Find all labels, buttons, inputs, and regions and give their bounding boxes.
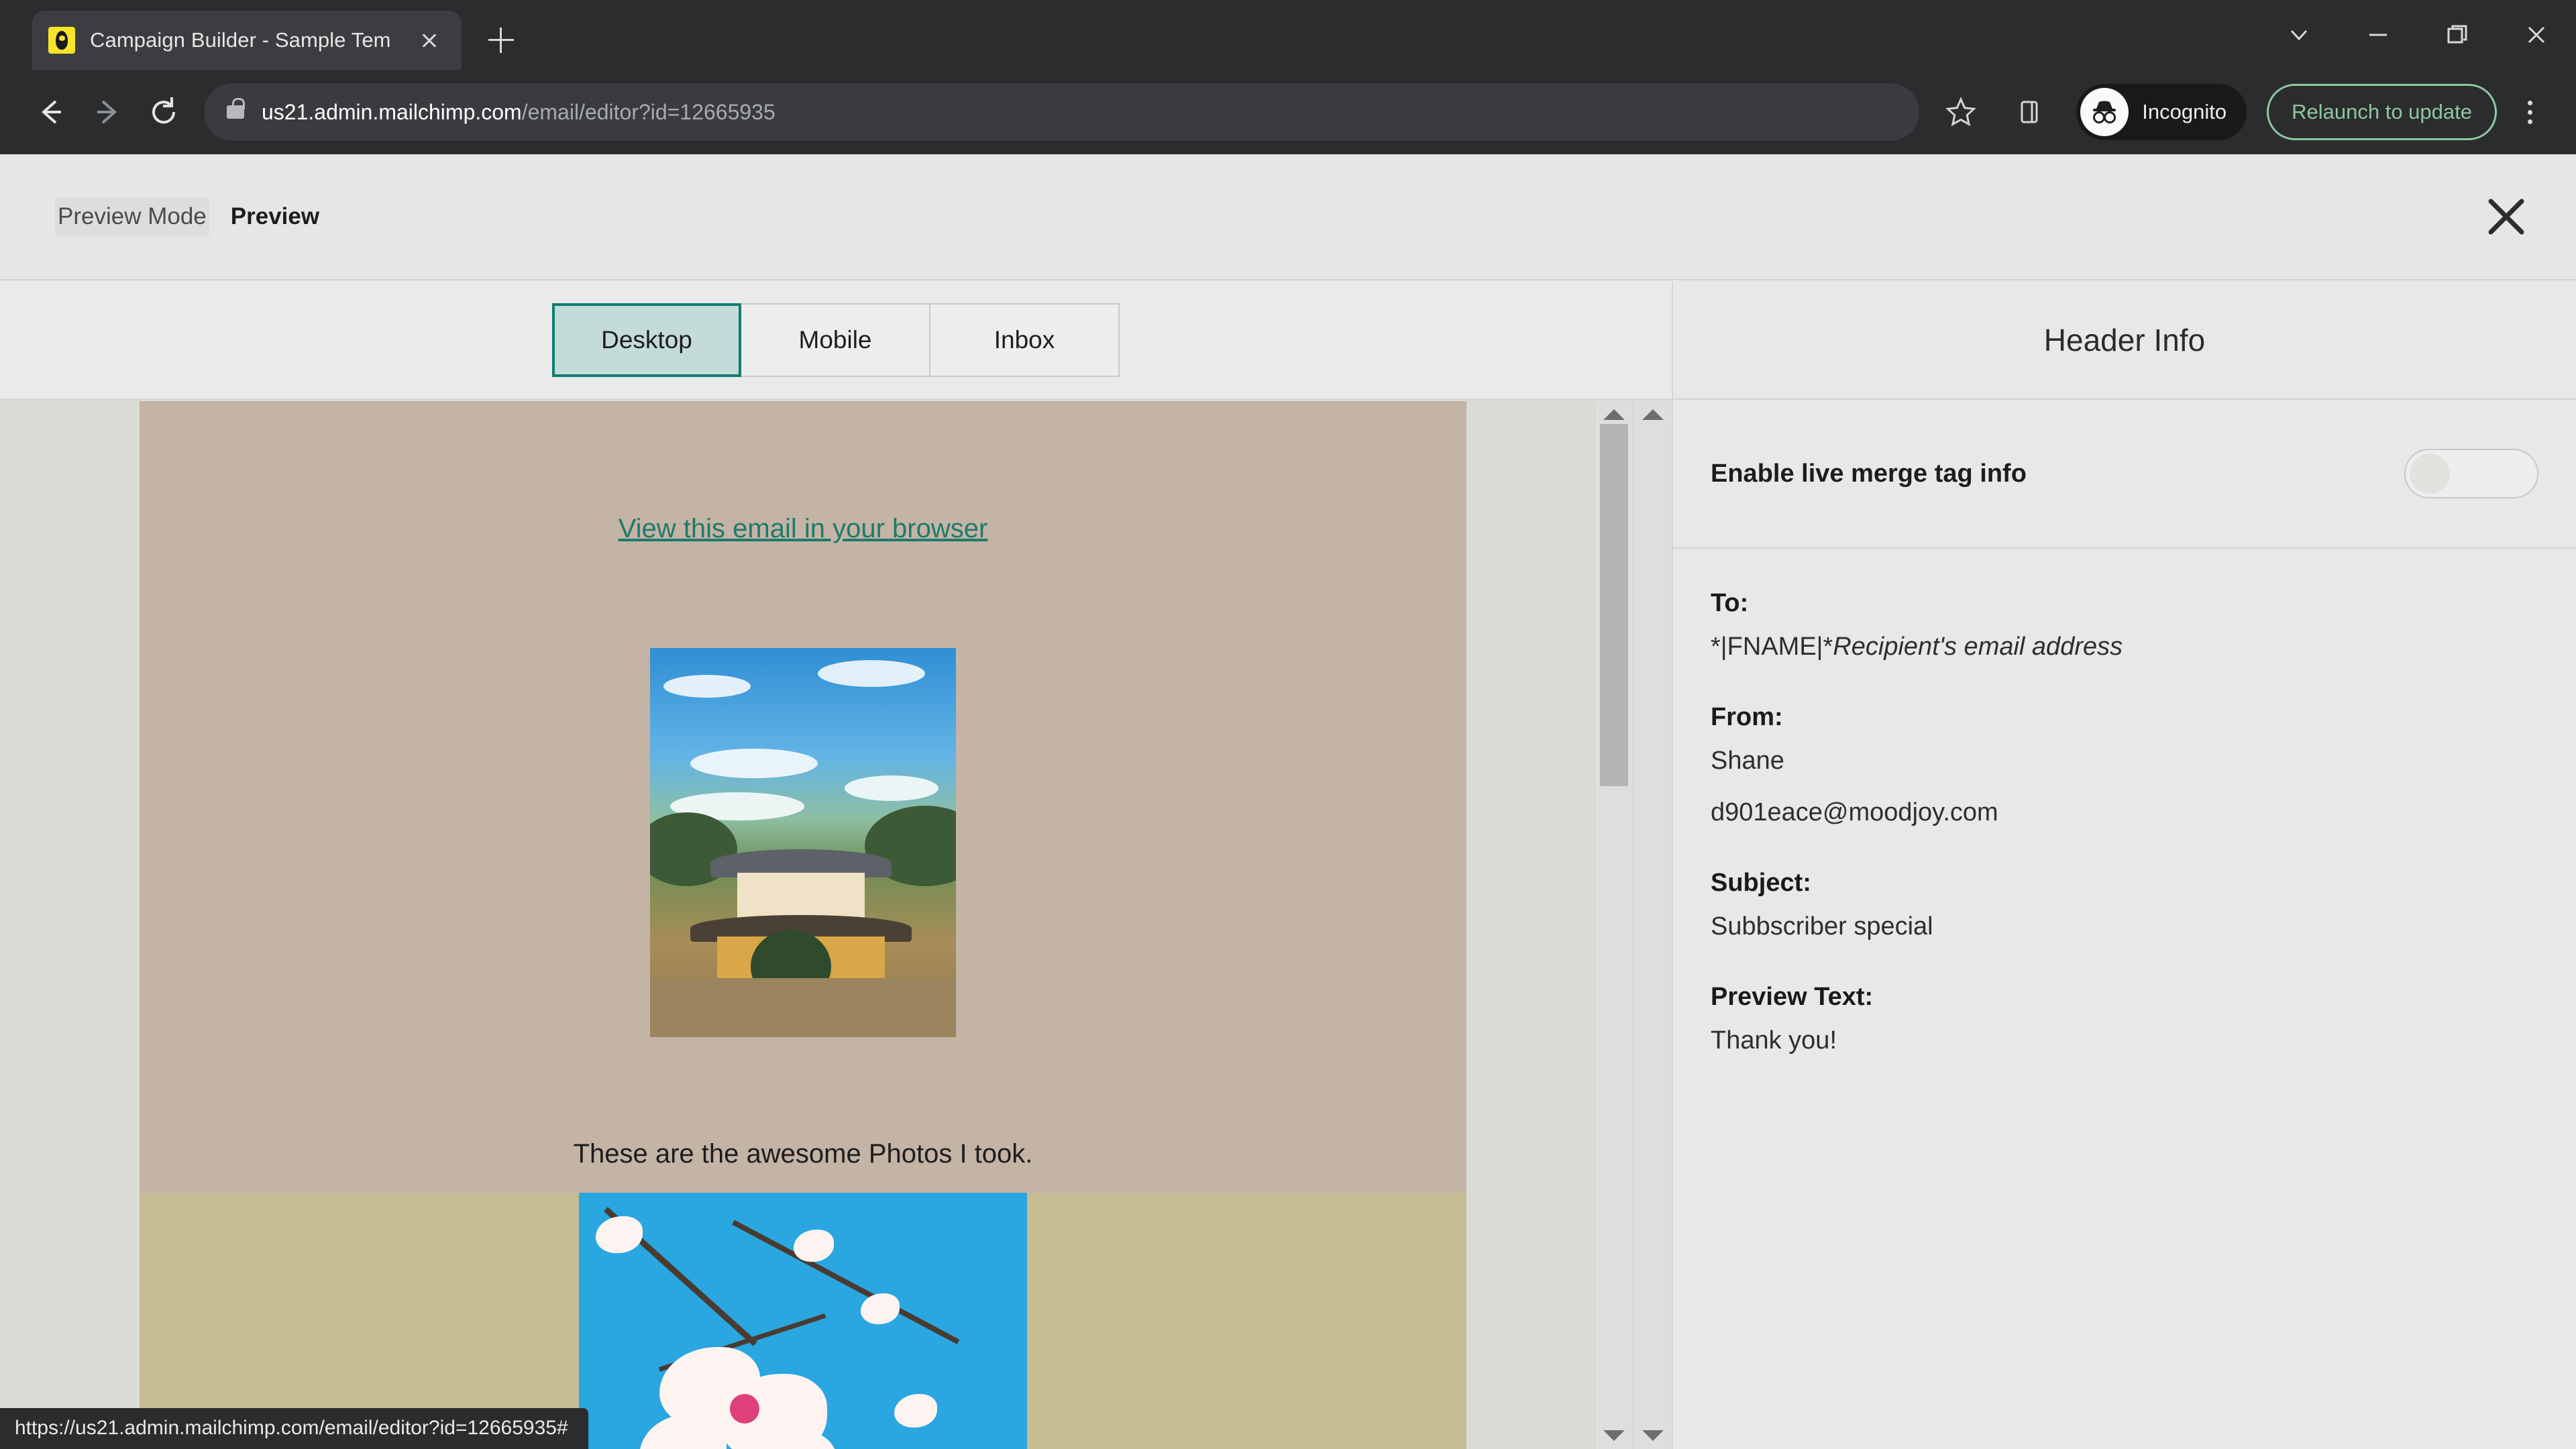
device-tabs-row: Desktop Mobile Inbox [0, 282, 1672, 400]
panel-title: Header Info [1673, 282, 2576, 400]
incognito-icon [2080, 88, 2129, 136]
email-scrollbar[interactable] [1594, 401, 1633, 1449]
preview-mode-label: Preview Mode [55, 198, 209, 235]
email-canvas: View this email in your browser These ar… [0, 401, 1672, 1449]
view-in-browser-link[interactable]: View this email in your browser [619, 514, 988, 544]
merge-tag-toggle-row: Enable live merge tag info [1673, 400, 2576, 549]
email-body: View this email in your browser These ar… [140, 401, 1466, 1449]
email-caption: These are the awesome Photos I took. [573, 1139, 1033, 1169]
email-preview-column: Desktop Mobile Inbox View this email in … [0, 282, 1672, 1449]
merge-tag-token: *|FNAME|* [1711, 633, 1833, 661]
field-subject-value: Subbscriber special [1711, 912, 1933, 941]
page-scrollbar[interactable] [1633, 401, 1672, 1449]
side-panel-icon[interactable] [2005, 88, 2053, 136]
field-subject: Subject: Subbscriber special [1711, 869, 2538, 945]
back-icon[interactable] [23, 84, 79, 140]
browser-toolbar: us21.admin.mailchimp.com/email/editor?id… [0, 70, 2576, 154]
close-window-icon[interactable] [2497, 0, 2576, 70]
temple-photo [650, 648, 956, 1037]
header-info-panel: Header Info Enable live merge tag info T… [1672, 282, 2576, 1449]
email-scrollbar-thumb[interactable] [1600, 424, 1628, 786]
relaunch-to-update-button[interactable]: Relaunch to update [2267, 84, 2497, 140]
tab-desktop[interactable]: Desktop [552, 303, 741, 377]
scroll-down-arrow-icon[interactable] [1603, 1430, 1625, 1441]
cherry-blossom-photo [579, 1193, 1027, 1449]
page-scroll-up-arrow-icon[interactable] [1642, 409, 1664, 420]
tab-strip: Campaign Builder - Sample Tem [0, 0, 2576, 70]
minimize-icon[interactable] [2339, 0, 2418, 70]
chevron-down-icon[interactable] [2259, 0, 2339, 70]
field-preview-text: Preview Text: Thank you! [1711, 983, 2538, 1059]
status-url-bubble: https://us21.admin.mailchimp.com/email/e… [0, 1408, 588, 1449]
incognito-label: Incognito [2142, 100, 2227, 123]
field-to-value: *|FNAME|*Recipient's email address [1711, 629, 2538, 665]
browser-menu-icon[interactable] [2506, 84, 2553, 140]
window-controls [2259, 0, 2576, 70]
url-host: us21.admin.mailchimp.com [262, 99, 522, 124]
incognito-profile-button[interactable]: Incognito [2076, 84, 2247, 140]
browser-window: Campaign Builder - Sample Tem us21.admin… [0, 0, 2576, 1449]
forward-icon[interactable] [79, 84, 136, 140]
device-segmented-control: Desktop Mobile Inbox [552, 303, 1120, 377]
tab-title: Campaign Builder - Sample Tem [90, 28, 391, 52]
field-from: From: Shane d901eace@moodjoy.com [1711, 703, 2538, 831]
preview-body: Desktop Mobile Inbox View this email in … [0, 282, 2576, 1449]
page-scroll-down-arrow-icon[interactable] [1642, 1430, 1664, 1441]
url-text: us21.admin.mailchimp.com/email/editor?id… [262, 100, 775, 125]
recipient-placeholder: Recipient's email address [1833, 633, 2123, 661]
reload-icon[interactable] [136, 84, 192, 140]
merge-tag-toggle-label: Enable live merge tag info [1711, 459, 2027, 488]
field-subject-label: Subject: [1711, 869, 1811, 898]
email-section-top: View this email in your browser These ar… [140, 401, 1466, 1169]
field-from-label: From: [1711, 703, 1783, 732]
field-from-email: d901eace@moodjoy.com [1711, 798, 1998, 827]
restore-window-icon[interactable] [2418, 0, 2497, 70]
browser-tab[interactable]: Campaign Builder - Sample Tem [32, 11, 462, 70]
address-bar[interactable]: us21.admin.mailchimp.com/email/editor?id… [204, 83, 1920, 141]
page-content: Preview Mode Preview Desktop Mobile Inbo… [0, 154, 2576, 1449]
bookmark-star-icon[interactable] [1937, 88, 1985, 136]
field-preview-text-value: Thank you! [1711, 1026, 1837, 1055]
mailchimp-favicon-icon [48, 27, 75, 54]
scroll-up-arrow-icon[interactable] [1603, 409, 1625, 420]
url-path: /email/editor?id=12665935 [521, 99, 775, 124]
tab-inbox[interactable]: Inbox [930, 303, 1120, 377]
header-fields: To: *|FNAME|*Recipient's email address F… [1673, 549, 2576, 1059]
preview-mode-bar: Preview Mode Preview [0, 154, 2576, 427]
lock-icon [227, 98, 245, 119]
field-from-name: Shane [1711, 747, 1784, 775]
merge-tag-toggle[interactable] [2404, 449, 2538, 498]
relaunch-label: Relaunch to update [2292, 100, 2472, 123]
preview-title: Preview [230, 203, 320, 229]
new-tab-icon[interactable] [478, 17, 525, 64]
field-to: To: *|FNAME|*Recipient's email address [1711, 589, 2538, 665]
field-preview-text-label: Preview Text: [1711, 983, 1874, 1012]
tab-mobile[interactable]: Mobile [741, 303, 930, 377]
close-preview-button[interactable] [2475, 186, 2537, 248]
field-to-label: To: [1711, 589, 1749, 617]
close-tab-icon[interactable] [413, 24, 445, 56]
toggle-knob [2410, 453, 2450, 494]
